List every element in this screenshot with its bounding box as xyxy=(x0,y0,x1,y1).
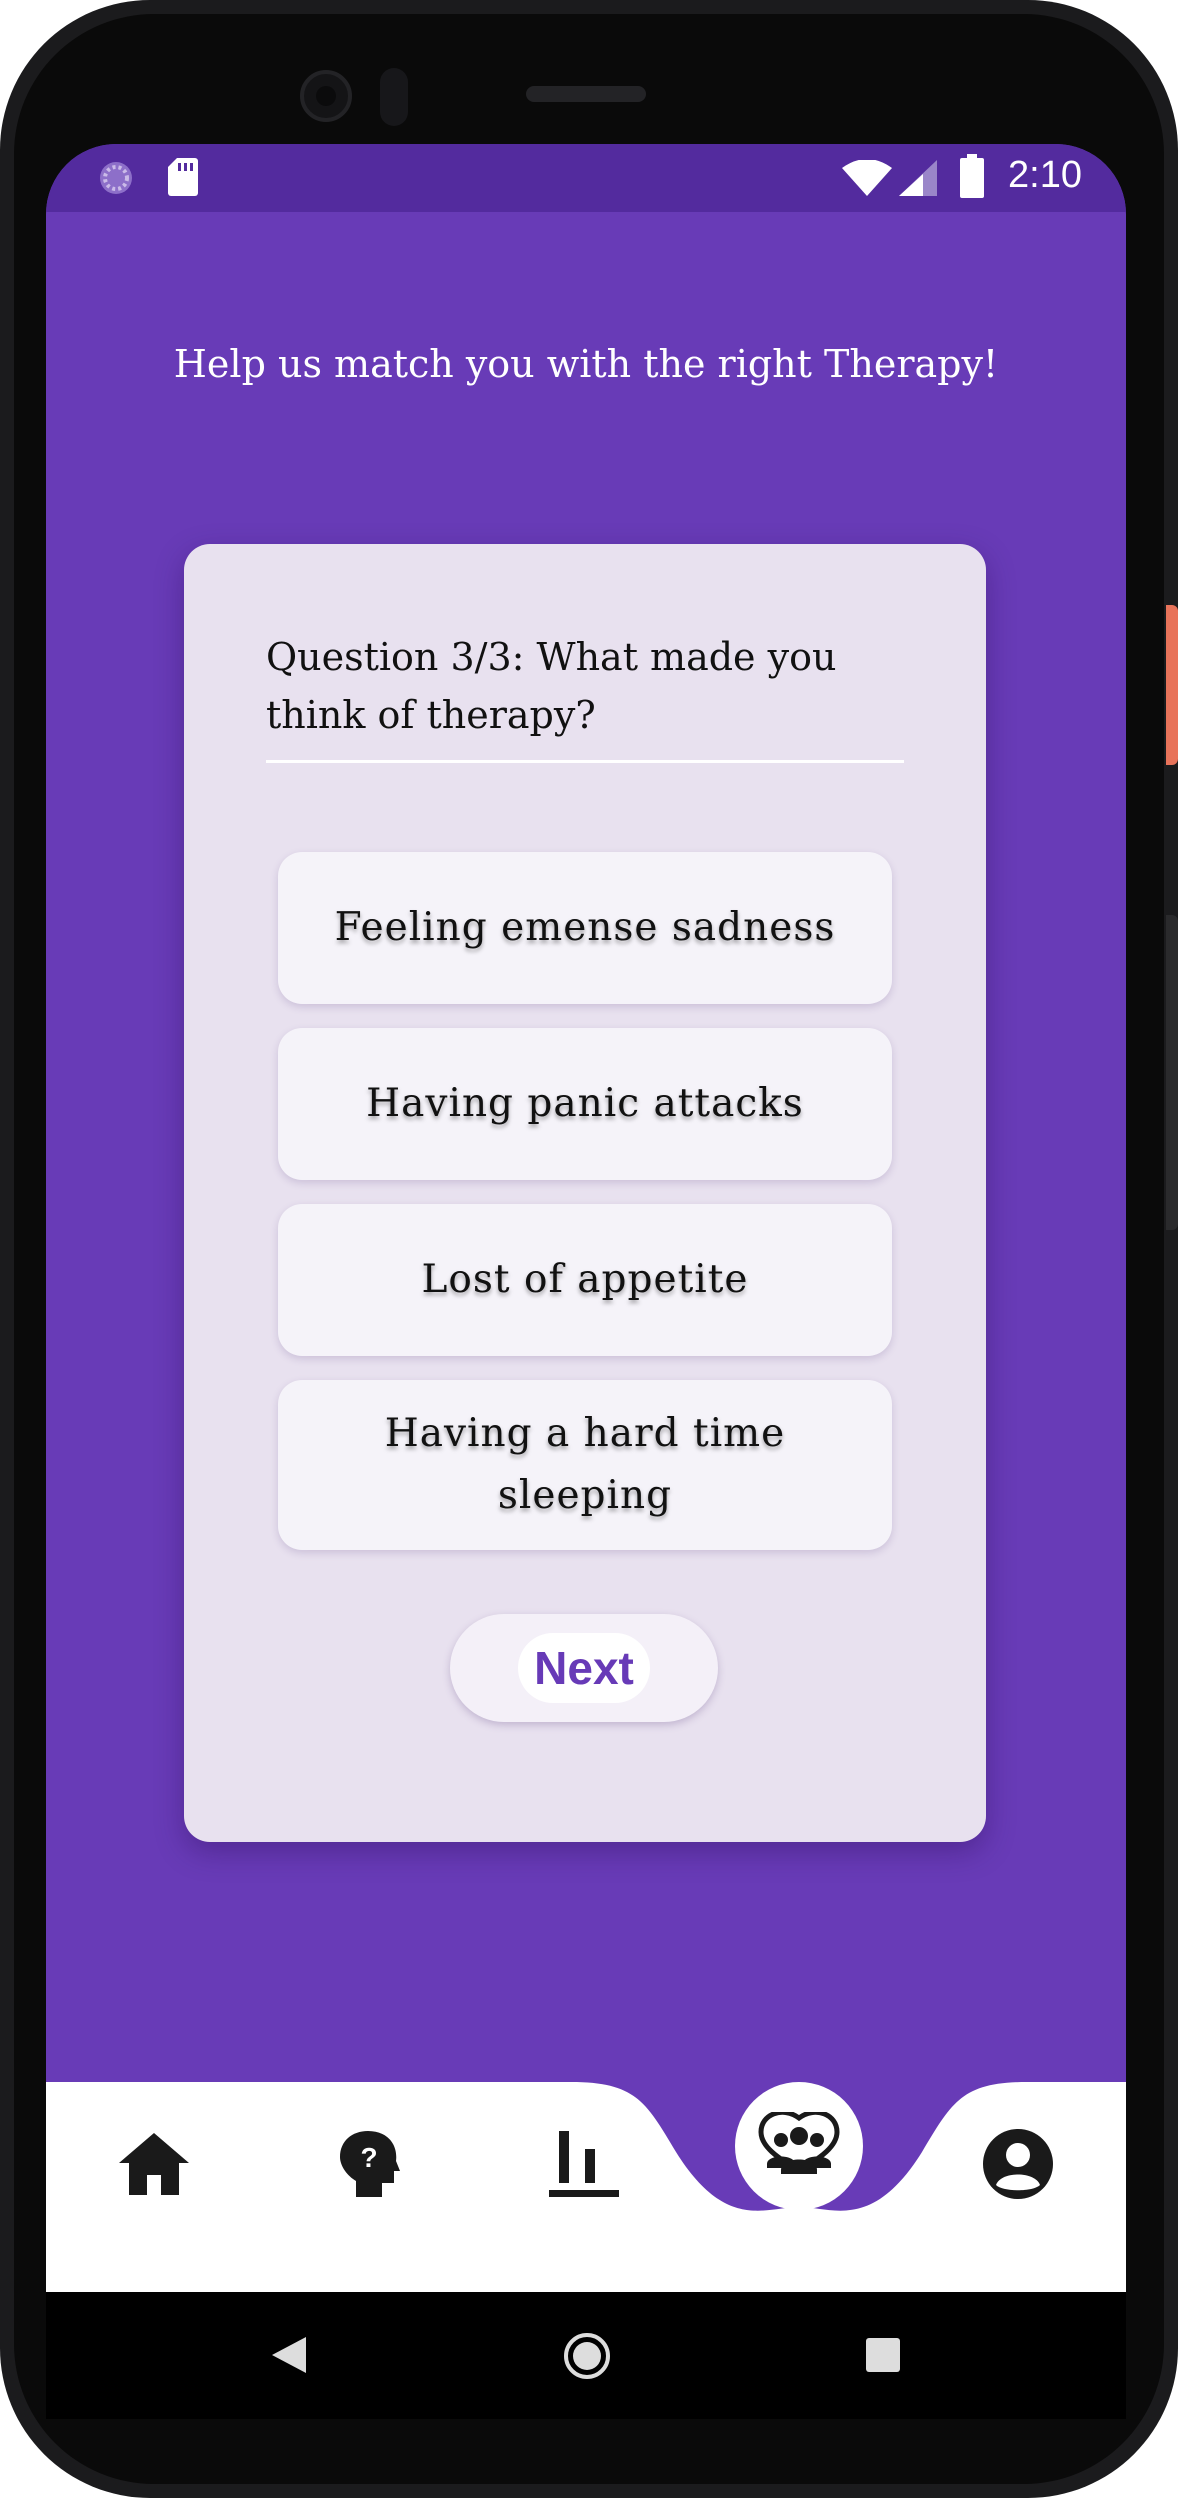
answer-option[interactable]: Feeling emense sadness xyxy=(278,852,892,1004)
system-navigation-bar xyxy=(46,2292,1126,2419)
power-button xyxy=(1166,605,1178,765)
nav-home[interactable] xyxy=(104,2116,204,2216)
proximity-sensor xyxy=(380,68,408,126)
account-icon xyxy=(983,2128,1053,2204)
recents-icon[interactable] xyxy=(866,2338,900,2377)
mental-health-question-icon: ? xyxy=(340,2130,400,2202)
svg-text:?: ? xyxy=(360,2142,377,2173)
cell-signal-icon xyxy=(899,160,937,201)
earpiece-speaker xyxy=(526,86,646,102)
answer-option[interactable]: Having a hard time sleeping xyxy=(278,1380,892,1550)
nav-account[interactable] xyxy=(968,2116,1068,2216)
sd-card-icon xyxy=(168,158,198,201)
nav-mental-health[interactable]: ? xyxy=(320,2116,420,2216)
volume-button xyxy=(1166,915,1178,1230)
question-text: Question 3/3: What made you think of the… xyxy=(266,635,837,737)
divider xyxy=(266,760,904,763)
next-button[interactable]: Next xyxy=(450,1614,718,1722)
phone-frame: 2:10 Help us match you with the right Th… xyxy=(0,0,1178,2498)
bottom-navigation: ? xyxy=(46,2082,1126,2292)
battery-icon xyxy=(960,154,984,203)
next-button-label: Next xyxy=(518,1633,650,1703)
stats-bar-icon xyxy=(549,2130,619,2202)
page-title: Help us match you with the right Therapy… xyxy=(173,342,999,386)
answer-option[interactable]: Having panic attacks xyxy=(278,1028,892,1180)
front-camera xyxy=(300,70,352,122)
group-therapy-icon xyxy=(757,2109,841,2181)
nav-stats[interactable] xyxy=(534,2116,634,2216)
wifi-icon xyxy=(842,159,892,201)
home-icon xyxy=(119,2132,189,2200)
status-time: 2:10 xyxy=(1008,154,1082,196)
status-bar: 2:10 xyxy=(46,144,1126,212)
app-screen: 2:10 Help us match you with the right Th… xyxy=(46,144,1126,2419)
answer-option[interactable]: Lost of appetite xyxy=(278,1204,892,1356)
home-circle-icon[interactable] xyxy=(563,2332,611,2385)
question-card: Question 3/3: What made you think of the… xyxy=(184,544,986,1842)
loading-circle-icon xyxy=(98,160,134,201)
back-icon[interactable] xyxy=(272,2337,306,2378)
nav-group-therapy[interactable] xyxy=(735,2082,863,2210)
